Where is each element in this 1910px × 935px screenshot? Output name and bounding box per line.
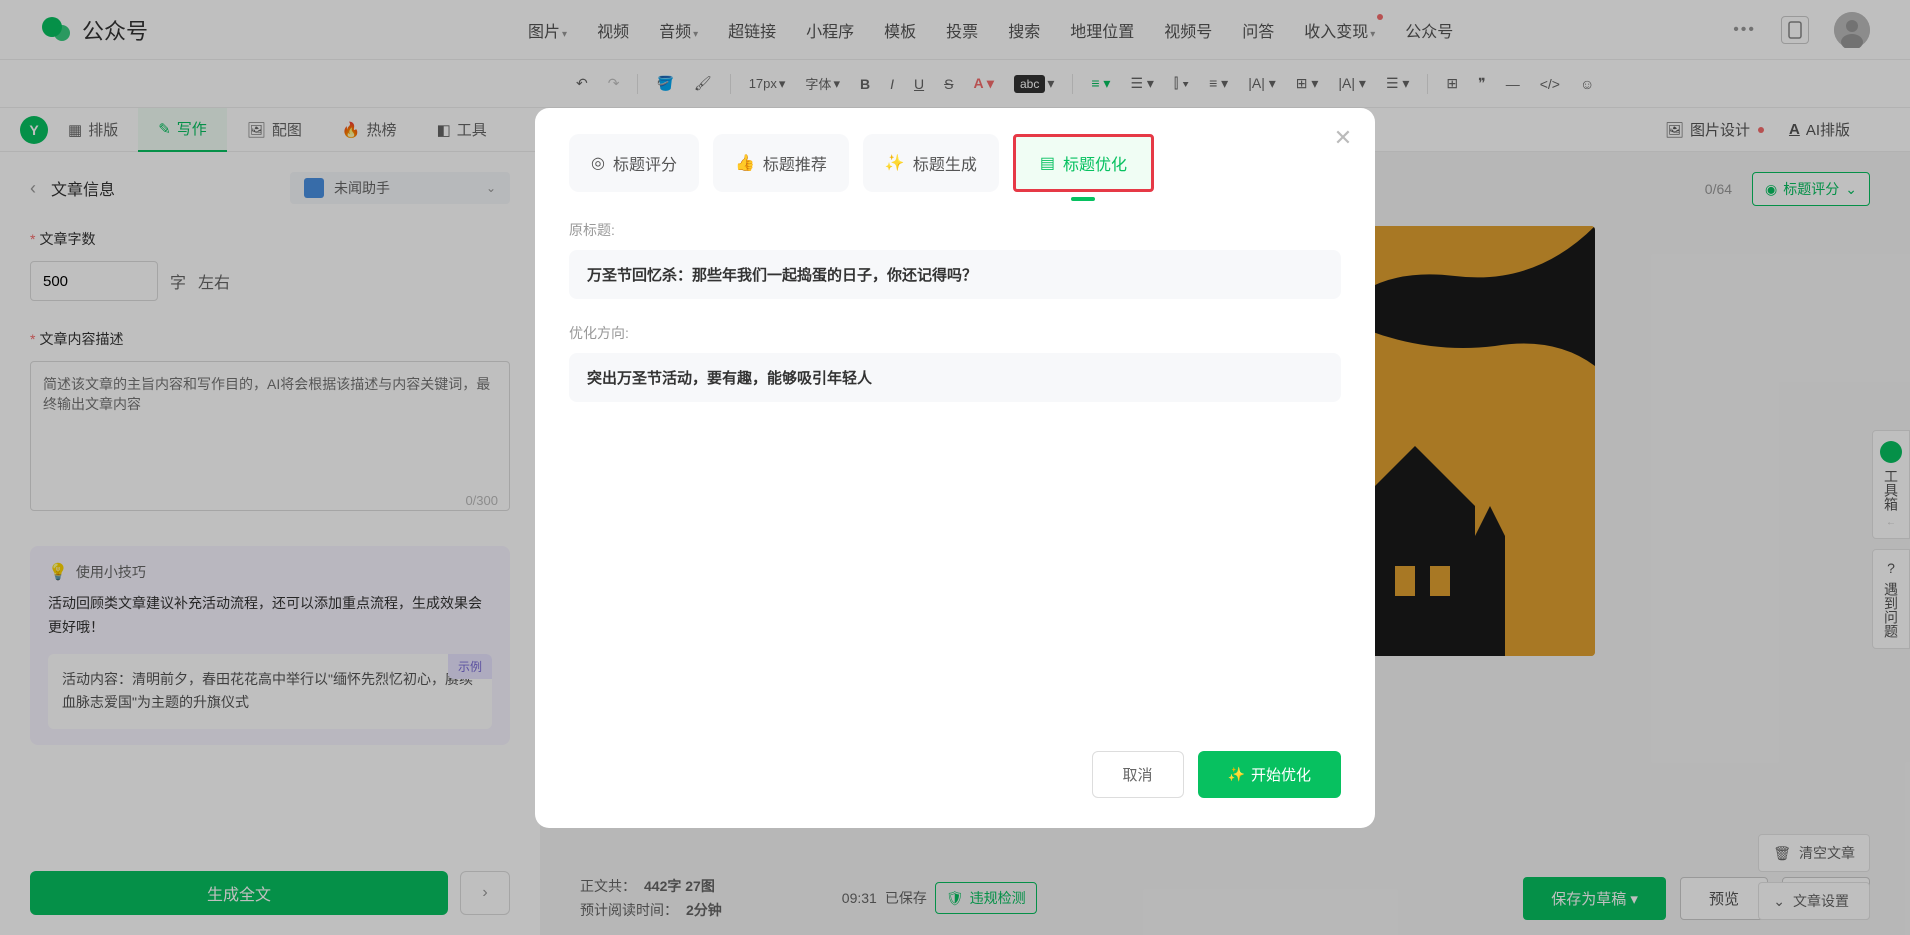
submit-label: 开始优化 [1251, 764, 1311, 785]
cancel-button[interactable]: 取消 [1092, 751, 1184, 798]
start-optimize-button[interactable]: ✨ 开始优化 [1198, 751, 1341, 798]
optimize-icon: ▤ [1040, 153, 1055, 173]
original-title-label: 原标题: [569, 220, 1341, 240]
tab-title-optimize-label: 标题优化 [1063, 151, 1127, 175]
score-icon: ◎ [591, 153, 605, 173]
close-icon[interactable]: ✕ [1331, 126, 1355, 150]
modal-overlay: ✕ ◎ 标题评分 👍 标题推荐 ✨ 标题生成 ▤ 标题优化 原标题: 优化方向: [0, 0, 1910, 935]
thumb-icon: 👍 [735, 153, 755, 173]
sparkle-icon: ✨ [1228, 766, 1245, 783]
tab-title-recommend-label: 标题推荐 [763, 151, 827, 175]
tab-title-score-label: 标题评分 [613, 151, 677, 175]
tab-title-recommend[interactable]: 👍 标题推荐 [713, 134, 849, 192]
tab-title-generate[interactable]: ✨ 标题生成 [863, 134, 999, 192]
title-modal: ✕ ◎ 标题评分 👍 标题推荐 ✨ 标题生成 ▤ 标题优化 原标题: 优化方向: [535, 108, 1375, 828]
wand-icon: ✨ [885, 153, 905, 173]
tab-title-generate-label: 标题生成 [913, 151, 977, 175]
tab-title-optimize[interactable]: ▤ 标题优化 [1013, 134, 1154, 192]
tab-title-score[interactable]: ◎ 标题评分 [569, 134, 699, 192]
original-title-input[interactable] [569, 250, 1341, 299]
optimize-direction-input[interactable] [569, 353, 1341, 402]
optimize-direction-label: 优化方向: [569, 323, 1341, 343]
